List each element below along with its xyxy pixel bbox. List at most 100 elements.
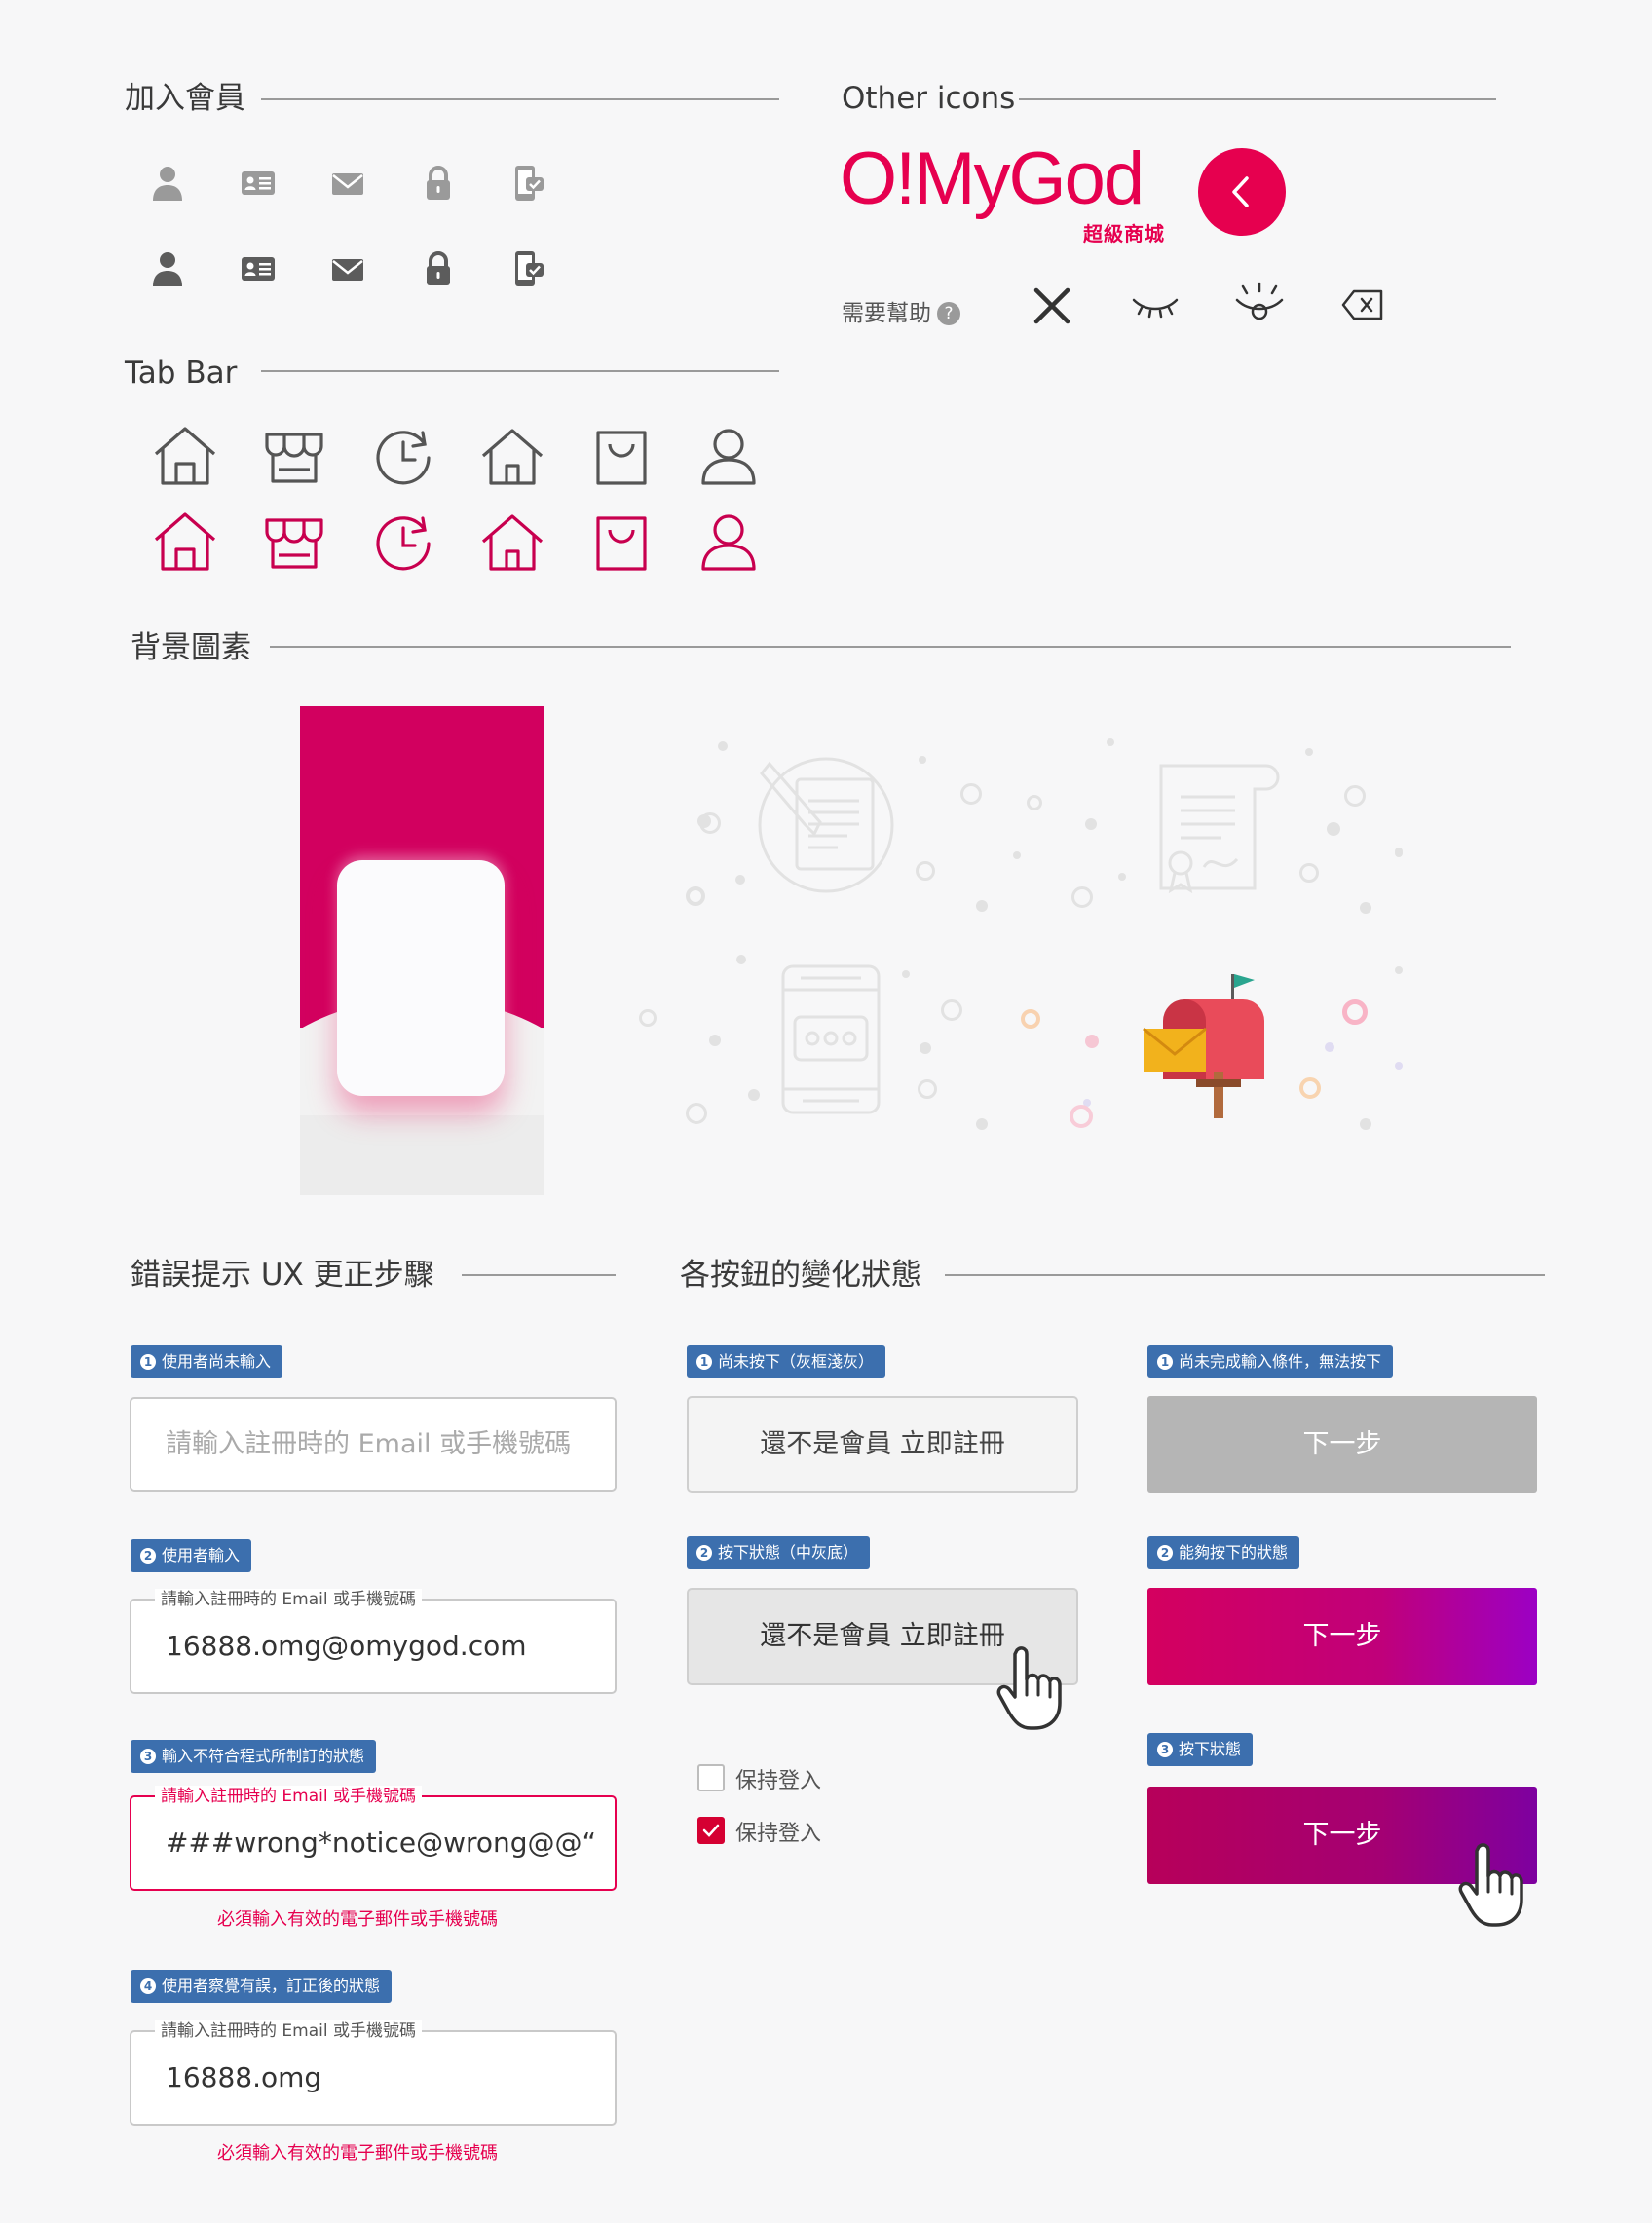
home-icon-active[interactable] xyxy=(150,507,220,577)
decorative-dot xyxy=(960,783,982,805)
close-icon[interactable] xyxy=(1029,283,1075,329)
user-icon xyxy=(146,247,189,290)
decorative-dot xyxy=(1395,966,1403,974)
document-edit-illustration xyxy=(750,752,906,898)
lock-icon xyxy=(417,162,460,205)
decorative-dot-pink xyxy=(1085,1035,1099,1048)
question-icon: ? xyxy=(937,302,960,325)
decorative-dot-pink xyxy=(1070,1105,1093,1128)
history-icon[interactable] xyxy=(368,421,438,491)
decorative-dot-lavender xyxy=(1395,1062,1403,1070)
decorative-dot xyxy=(1395,848,1403,855)
error-message: 必須輸入有效的電子郵件或手機號碼 xyxy=(217,2143,498,2164)
step-tag: 3 按下狀態 xyxy=(1147,1733,1254,1766)
chevron-left-icon xyxy=(1232,176,1249,207)
decorative-dot xyxy=(902,970,910,978)
decorative-dot xyxy=(1360,902,1371,914)
phone-check-icon xyxy=(508,247,551,290)
section-title-buttons: 各按鈕的變化狀態 xyxy=(680,1258,921,1293)
decorative-dot xyxy=(709,1035,721,1046)
eye-closed-icon[interactable] xyxy=(1130,286,1181,325)
decorative-dot xyxy=(976,900,988,912)
email-field-corrected[interactable]: 請輸入註冊時的 Email 或手機號碼 16888.omg xyxy=(130,2020,617,2126)
step-tag: 1 尚未按下（灰框淺灰） xyxy=(687,1345,886,1378)
email-field-error[interactable]: 請輸入註冊時的 Email 或手機號碼 ###wrong*notice@wron… xyxy=(130,1786,617,1891)
decorative-dot xyxy=(735,875,745,885)
eye-open-icon[interactable] xyxy=(1233,281,1286,327)
register-button[interactable]: 還不是會員 立即註冊 xyxy=(687,1396,1078,1493)
email-value: 16888.omg xyxy=(166,2061,322,2093)
background-card-graphic xyxy=(300,706,544,1195)
certificate-illustration xyxy=(1147,754,1290,900)
decorative-dot xyxy=(1299,863,1319,883)
section-divider xyxy=(462,1274,616,1276)
decorative-dot-pink xyxy=(1342,999,1368,1025)
help-label: 需要幫助 xyxy=(842,301,931,326)
decorative-dot xyxy=(941,999,962,1021)
user-icon xyxy=(146,162,189,205)
keep-login-label: 保持登入 xyxy=(735,1769,822,1793)
decorative-dot xyxy=(736,955,746,964)
home-icon[interactable] xyxy=(150,421,220,491)
decorative-dot xyxy=(916,861,935,881)
section-title-tabbar: Tab Bar xyxy=(125,356,238,391)
section-title-member: 加入會員 xyxy=(125,81,245,116)
chat-phone-illustration xyxy=(777,961,884,1120)
profile-icon-active[interactable] xyxy=(694,507,764,577)
bag-icon-active[interactable] xyxy=(586,507,657,577)
section-divider xyxy=(261,98,779,100)
decorative-dot xyxy=(697,814,711,828)
decorative-dot xyxy=(686,886,705,906)
lock-icon xyxy=(417,247,460,290)
section-title-background: 背景圖素 xyxy=(131,630,251,665)
decorative-dot xyxy=(1360,1118,1371,1130)
email-field-filled[interactable]: 請輸入註冊時的 Email 或手機號碼 16888.omg@omygod.com xyxy=(130,1589,617,1694)
email-value: 16888.omg@omygod.com xyxy=(166,1630,527,1662)
email-value: ###wrong*notice@wrong@@“ xyxy=(166,1827,597,1859)
decorative-dot xyxy=(1305,748,1313,756)
background-card-cutout xyxy=(337,860,505,1096)
step-tag: 4 使用者察覺有誤，訂正後的狀態 xyxy=(131,1970,393,2003)
keep-login-label: 保持登入 xyxy=(735,1822,822,1846)
decorative-dot-orange xyxy=(1021,1009,1040,1029)
decorative-dot xyxy=(1071,886,1093,908)
home-alt-icon[interactable] xyxy=(477,421,547,491)
next-button[interactable]: 下一步 xyxy=(1147,1588,1537,1685)
decorative-dot xyxy=(1085,818,1097,830)
hand-cursor-icon xyxy=(994,1644,1070,1732)
keep-login-checkbox[interactable] xyxy=(697,1764,725,1791)
mail-icon xyxy=(326,162,369,205)
keep-login-checkbox-checked[interactable] xyxy=(697,1817,725,1844)
section-divider xyxy=(1019,98,1496,100)
back-button[interactable] xyxy=(1198,148,1286,236)
brand-logo-sub: 超級商城 xyxy=(1083,222,1165,245)
store-icon-active[interactable] xyxy=(259,507,329,577)
decorative-dot xyxy=(1107,738,1114,746)
section-title-other: Other icons xyxy=(842,81,1016,116)
bag-icon[interactable] xyxy=(586,421,657,491)
section-divider xyxy=(945,1274,1545,1276)
next-button-disabled[interactable]: 下一步 xyxy=(1147,1396,1537,1493)
phone-check-icon xyxy=(508,162,551,205)
decorative-dot xyxy=(1027,795,1042,810)
store-icon[interactable] xyxy=(259,421,329,491)
history-icon-active[interactable] xyxy=(368,507,438,577)
profile-icon[interactable] xyxy=(694,421,764,491)
step-tag: 1 使用者尚未輸入 xyxy=(131,1345,283,1378)
decorative-dot xyxy=(976,1118,988,1130)
step-tag: 2 按下狀態（中灰底） xyxy=(687,1536,871,1569)
help-link[interactable]: 需要幫助? xyxy=(842,294,960,327)
section-divider xyxy=(261,370,779,372)
id-card-icon xyxy=(237,162,280,205)
home-alt-icon-active[interactable] xyxy=(477,507,547,577)
decorative-dot xyxy=(918,1079,937,1099)
backspace-icon[interactable] xyxy=(1340,288,1385,321)
decorative-dot xyxy=(1013,851,1021,859)
decorative-dot-lavender xyxy=(1325,1042,1334,1052)
email-field-empty[interactable]: 請輸入註冊時的 Email 或手機號碼 xyxy=(130,1397,617,1492)
decorative-dot xyxy=(686,1103,707,1124)
check-icon xyxy=(702,1824,720,1837)
decorative-dot xyxy=(1344,785,1366,807)
error-message: 必須輸入有效的電子郵件或手機號碼 xyxy=(217,1909,498,1930)
step-tag: 3 輸入不符合程式所制訂的狀態 xyxy=(131,1740,377,1773)
